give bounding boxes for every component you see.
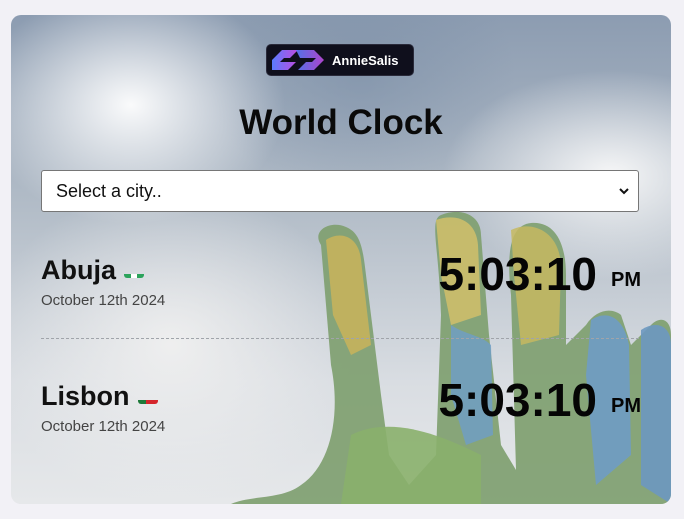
page-title: World Clock (239, 103, 443, 142)
city-name: Abuja (41, 255, 145, 286)
nigeria-flag-icon (124, 264, 145, 278)
world-clock-card: AnnieSalis World Clock Select a city.. A… (11, 15, 671, 504)
city-date: October 12th 2024 (41, 292, 166, 309)
city-time: 5:03:10 (438, 374, 597, 426)
city-select[interactable]: Select a city.. (41, 170, 639, 212)
city-name: Lisbon (41, 381, 158, 412)
city-select-value: Select a city.. (56, 180, 162, 201)
brand-name: AnnieSalis (332, 52, 399, 68)
city-ampm: PM (611, 269, 641, 291)
divider (41, 338, 639, 339)
city-time: 5:03:10 (438, 248, 597, 300)
city-date: October 12th 2024 (41, 418, 166, 435)
city-ampm: PM (611, 395, 641, 417)
brand-logo[interactable]: AnnieSalis (266, 44, 414, 76)
portugal-flag-icon (137, 390, 158, 404)
chevron-down-icon (619, 188, 629, 195)
brand-mark-icon (272, 50, 324, 70)
